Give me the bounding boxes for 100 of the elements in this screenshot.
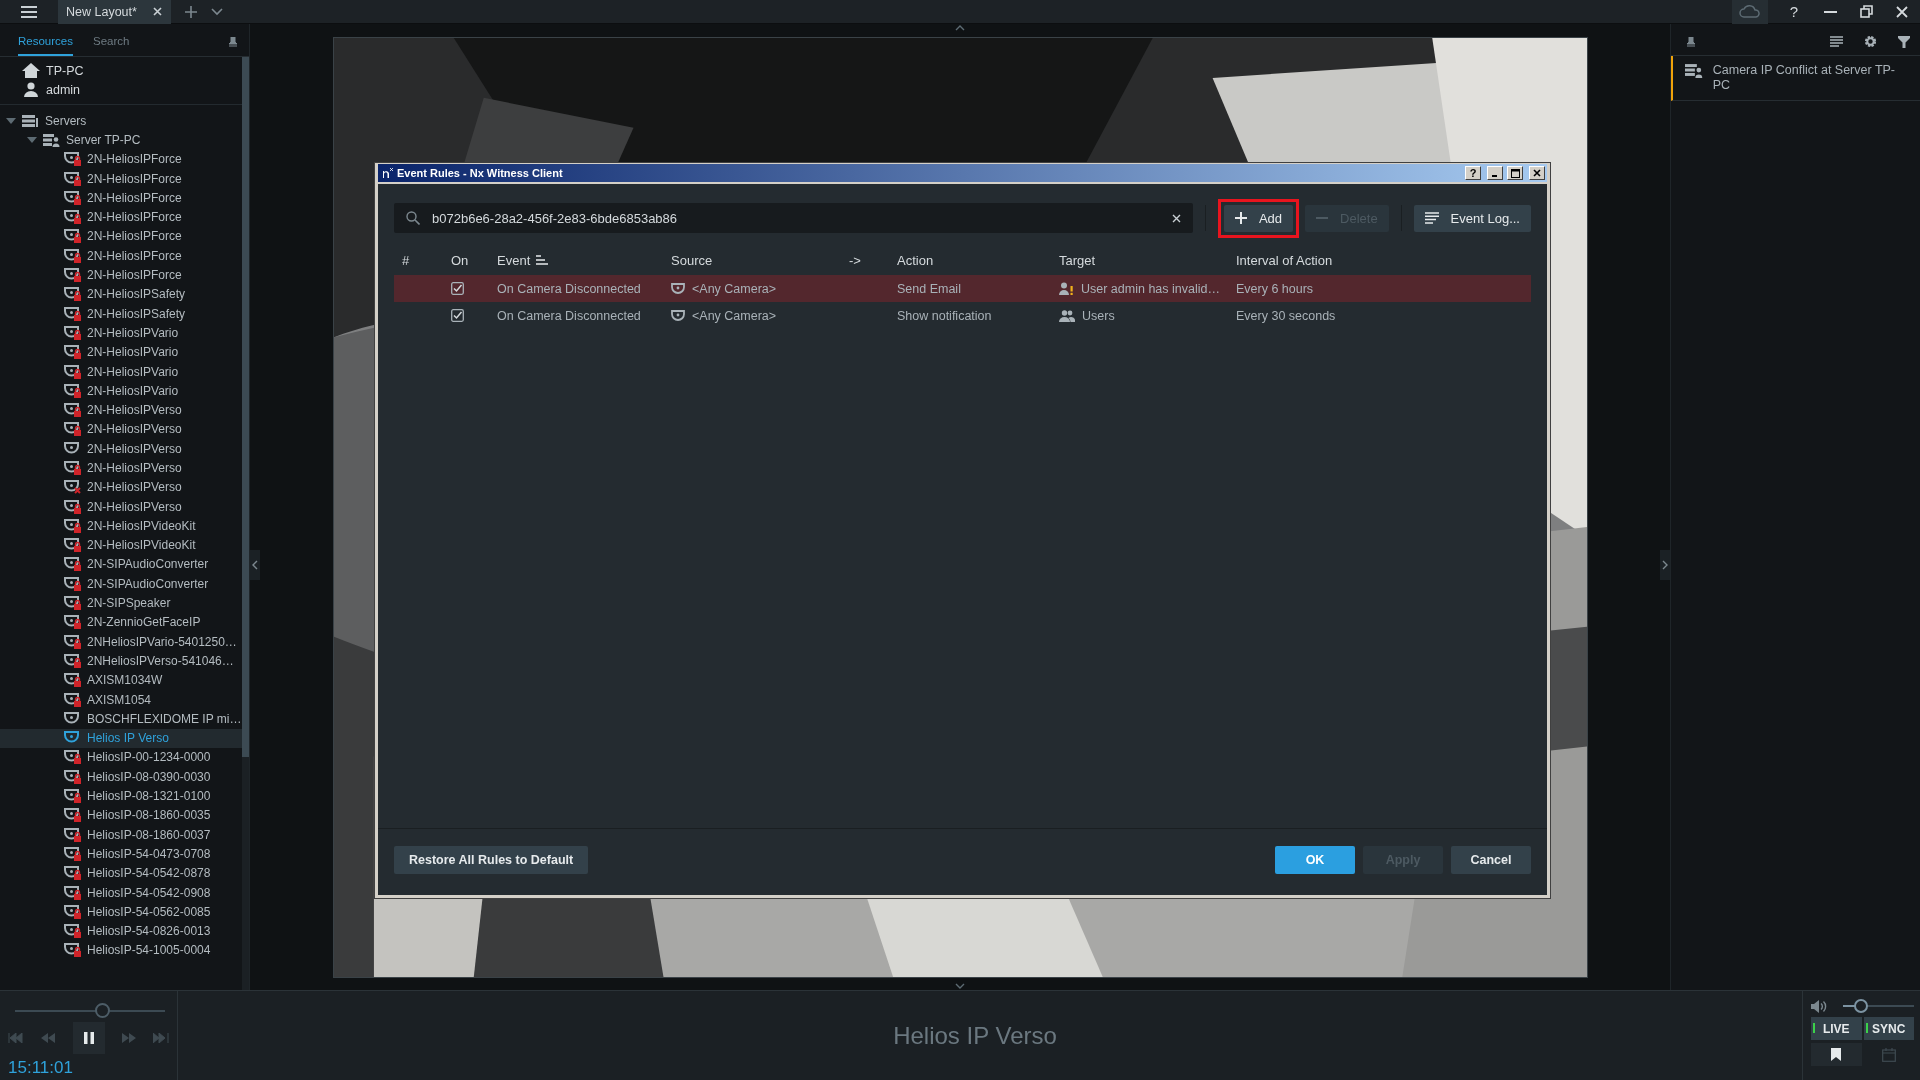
add-button[interactable]: Add <box>1223 204 1294 232</box>
table-cell: Every 30 seconds <box>1236 308 1336 323</box>
checkbox[interactable] <box>451 309 464 322</box>
camera-item[interactable]: HeliosIP-54-0473-0708 <box>0 844 242 864</box>
camera-item[interactable]: 2N-HeliosIPForce <box>0 265 242 285</box>
rule-row[interactable]: On Camera Disconnected <Any Camera> Show notification Users Every 30 seconds <box>394 302 1531 329</box>
camera-item[interactable]: 2N-HeliosIPVerso <box>0 400 242 420</box>
toggle-button[interactable]: LIVE <box>1811 1017 1862 1040</box>
camera-item[interactable]: AXISM1054 <box>0 689 242 710</box>
camera-item[interactable]: 2N-HeliosIPVario <box>0 381 242 401</box>
camera-item[interactable]: 2N-HeliosIPForce <box>0 207 242 227</box>
pin-icon[interactable] <box>1687 36 1695 47</box>
maximize-button[interactable] <box>1507 166 1523 180</box>
search-input[interactable]: b072b6e6-28a2-456f-2e83-6bde6853ab86 <box>432 210 1160 226</box>
camera-icon <box>671 282 685 295</box>
close-button[interactable] <box>1529 166 1545 180</box>
server-item[interactable]: Server TP-PC <box>0 130 242 150</box>
help-button[interactable]: ? <box>1465 166 1481 180</box>
camera-item[interactable]: 2N-HeliosIPVerso <box>0 439 242 459</box>
camera-item[interactable]: 2N-HeliosIPForce <box>0 168 242 189</box>
pause-button[interactable] <box>72 1022 105 1054</box>
filter-icon[interactable] <box>1898 35 1910 48</box>
user-item[interactable]: admin <box>0 80 242 99</box>
camera-item[interactable]: BOSCHFLEXIDOME IP mi… <box>0 709 242 729</box>
column-header[interactable]: -> <box>841 252 889 268</box>
rule-row[interactable]: On Camera Disconnected <Any Camera> Send Email User admin has invalid… Every 6 hours <box>394 275 1531 302</box>
chevron-down-icon <box>955 983 965 989</box>
column-header[interactable]: Target <box>1051 252 1228 268</box>
column-header[interactable]: Action <box>889 252 1051 268</box>
settings-icon[interactable] <box>1864 35 1877 48</box>
list-icon[interactable] <box>1830 36 1843 47</box>
camera-item[interactable]: HeliosIP-54-0542-0878 <box>0 863 242 883</box>
volume-icon[interactable] <box>1811 999 1827 1013</box>
camera-item[interactable]: HeliosIP-00-1234-0000 <box>0 747 242 768</box>
camera-item[interactable]: 2N-HeliosIPVerso <box>0 419 242 440</box>
camera-item[interactable]: 2N-HeliosIPVideoKit <box>0 516 242 536</box>
camera-item[interactable]: 2NHeliosIPVerso-541046… <box>0 651 242 671</box>
camera-item[interactable]: HeliosIP-54-1005-0004 <box>0 940 242 961</box>
camera-item[interactable]: 2N-HeliosIPVerso <box>0 458 242 478</box>
camera-item[interactable]: 2N-HeliosIPVerso <box>0 496 242 517</box>
panel-tab[interactable]: Resources <box>18 27 73 56</box>
bookmark-button[interactable] <box>1811 1043 1862 1066</box>
camera-item[interactable]: HeliosIP-08-1321-0100 <box>0 786 242 806</box>
search-field[interactable]: b072b6e6-28a2-456f-2e83-6bde6853ab86 <box>394 203 1193 233</box>
column-header[interactable]: On <box>443 252 489 268</box>
camera-item[interactable]: 2N-SIPAudioConverter <box>0 574 242 594</box>
help-button[interactable]: ? <box>1776 0 1812 24</box>
camera-item[interactable]: 2N-HeliosIPSafety <box>0 303 242 324</box>
cloud-button[interactable] <box>1732 0 1768 24</box>
close-icon[interactable] <box>152 7 162 16</box>
camera-item[interactable]: HeliosIP-08-0390-0030 <box>0 767 242 787</box>
column-header[interactable]: # <box>394 252 443 268</box>
scrollbar-thumb[interactable] <box>242 57 249 757</box>
collapse-right-button[interactable] <box>1660 550 1670 580</box>
checkbox[interactable] <box>451 282 464 295</box>
camera-item[interactable]: AXISM1034W <box>0 670 242 690</box>
camera-item[interactable]: 2N-HeliosIPSafety <box>0 284 242 304</box>
layout-tab[interactable]: New Layout* <box>58 0 171 24</box>
slider-thumb[interactable] <box>1854 999 1869 1013</box>
column-header[interactable]: Event <box>489 252 663 268</box>
pin-icon[interactable] <box>229 37 237 47</box>
panel-tab[interactable]: Search <box>92 27 130 56</box>
camera-item[interactable]: HeliosIP-54-0826-0013 <box>0 921 242 941</box>
minimize-button[interactable] <box>1487 166 1503 180</box>
servers-group[interactable]: Servers <box>0 111 242 131</box>
camera-item[interactable]: 2N-HeliosIPForce <box>0 246 242 266</box>
camera-item[interactable]: HeliosIP-54-0542-0908 <box>0 882 242 903</box>
toggle-button[interactable]: SYNC <box>1863 1017 1914 1040</box>
camera-item[interactable]: 2N-HeliosIPVario <box>0 342 242 362</box>
scrollbar[interactable] <box>242 57 249 990</box>
column-header[interactable]: Source <box>663 252 841 268</box>
slider-thumb[interactable] <box>95 1003 110 1018</box>
camera-item[interactable]: 2N-SIPAudioConverter <box>0 554 242 575</box>
camera-item[interactable]: 2N-SIPSpeaker <box>0 593 242 613</box>
camera-item[interactable]: 2NHeliosIPVario-5401250… <box>0 632 242 652</box>
collapse-left-button[interactable] <box>250 550 260 580</box>
column-header[interactable]: Interval of Action <box>1228 252 1531 268</box>
event-log-button[interactable]: Event Log... <box>1413 204 1531 232</box>
chevron-down-icon[interactable] <box>210 7 223 16</box>
camera-item[interactable]: 2N-HeliosIPForce <box>0 188 242 208</box>
camera-item[interactable]: HeliosIP-54-0562-0085 <box>0 902 242 922</box>
restore-defaults-button[interactable]: Restore All Rules to Default <box>394 846 589 874</box>
camera-item[interactable]: 2N-HeliosIPVerso <box>0 477 242 497</box>
sort-icon[interactable] <box>536 255 549 265</box>
camera-item[interactable]: 2N-HeliosIPVario <box>0 323 242 343</box>
system-item[interactable]: TP-PC <box>0 61 242 80</box>
camera-item[interactable]: 2N-ZennioGetFaceIP <box>0 612 242 632</box>
add-tab-icon[interactable] <box>184 5 197 18</box>
server-icon <box>43 132 60 147</box>
camera-item[interactable]: HeliosIP-08-1860-0037 <box>0 825 242 845</box>
notification[interactable]: Camera IP Conflict at Server TP-PC <box>1671 56 1920 101</box>
camera-item[interactable]: 2N-HeliosIPVideoKit <box>0 535 242 555</box>
camera-item[interactable]: HeliosIP-08-1860-0035 <box>0 805 242 825</box>
camera-item[interactable]: 2N-HeliosIPForce <box>0 149 242 169</box>
dialog-button[interactable]: Cancel <box>1451 846 1531 874</box>
table-cell: Users <box>1082 308 1115 323</box>
camera-item[interactable]: Helios IP Verso <box>0 728 242 748</box>
camera-item[interactable]: 2N-HeliosIPForce <box>0 226 242 247</box>
camera-item[interactable]: 2N-HeliosIPVario <box>0 361 242 382</box>
clear-icon[interactable] <box>1171 213 1181 223</box>
